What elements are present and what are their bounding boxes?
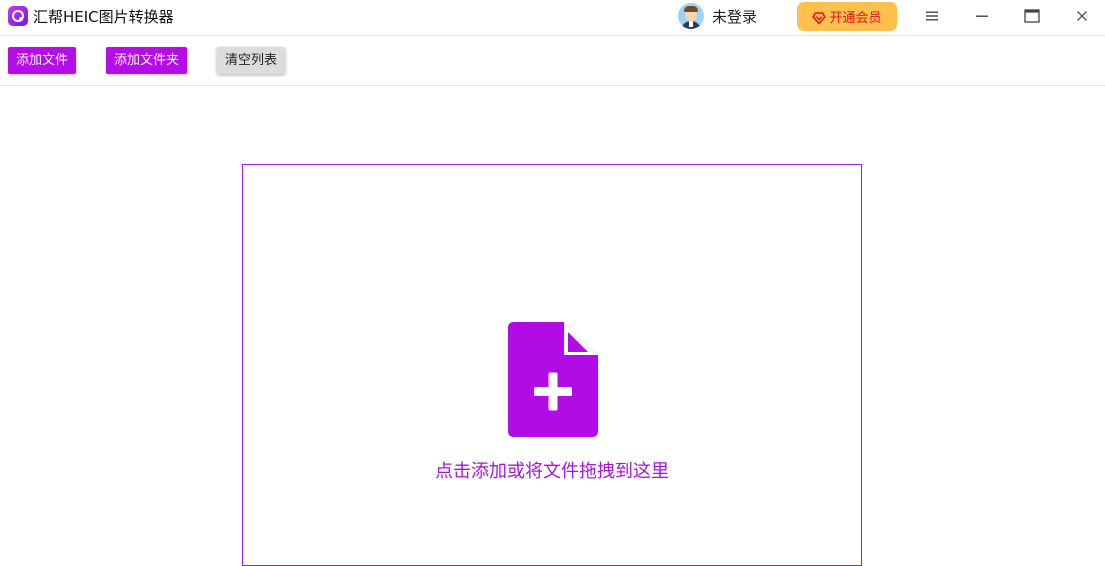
close-button[interactable] [1068,4,1096,28]
app-logo-icon [8,6,28,26]
add-file-button[interactable]: 添加文件 [8,47,76,74]
menu-icon [925,10,939,22]
file-drop-zone[interactable]: 点击添加或将文件拖拽到这里 [242,164,862,566]
minimize-button[interactable] [968,4,996,28]
user-avatar[interactable] [678,3,704,29]
login-status-link[interactable]: 未登录 [712,7,757,27]
maximize-icon [1024,9,1040,23]
add-folder-button[interactable]: 添加文件夹 [106,47,187,74]
diamond-heart-icon [812,10,827,24]
maximize-button[interactable] [1018,4,1046,28]
app-title: 汇帮HEIC图片转换器 [33,8,174,26]
menu-button[interactable] [918,4,946,28]
minimize-icon [975,10,989,22]
title-bar: 汇帮HEIC图片转换器 未登录 开通会员 [0,0,1105,36]
clear-list-button[interactable]: 清空列表 [217,47,285,74]
vip-button[interactable]: 开通会员 [797,2,897,31]
file-add-icon [508,322,598,437]
vip-button-label: 开通会员 [829,11,882,26]
close-icon [1076,10,1088,22]
toolbar: 添加文件 添加文件夹 清空列表 [0,36,1105,86]
drop-zone-hint: 点击添加或将文件拖拽到这里 [435,461,669,482]
